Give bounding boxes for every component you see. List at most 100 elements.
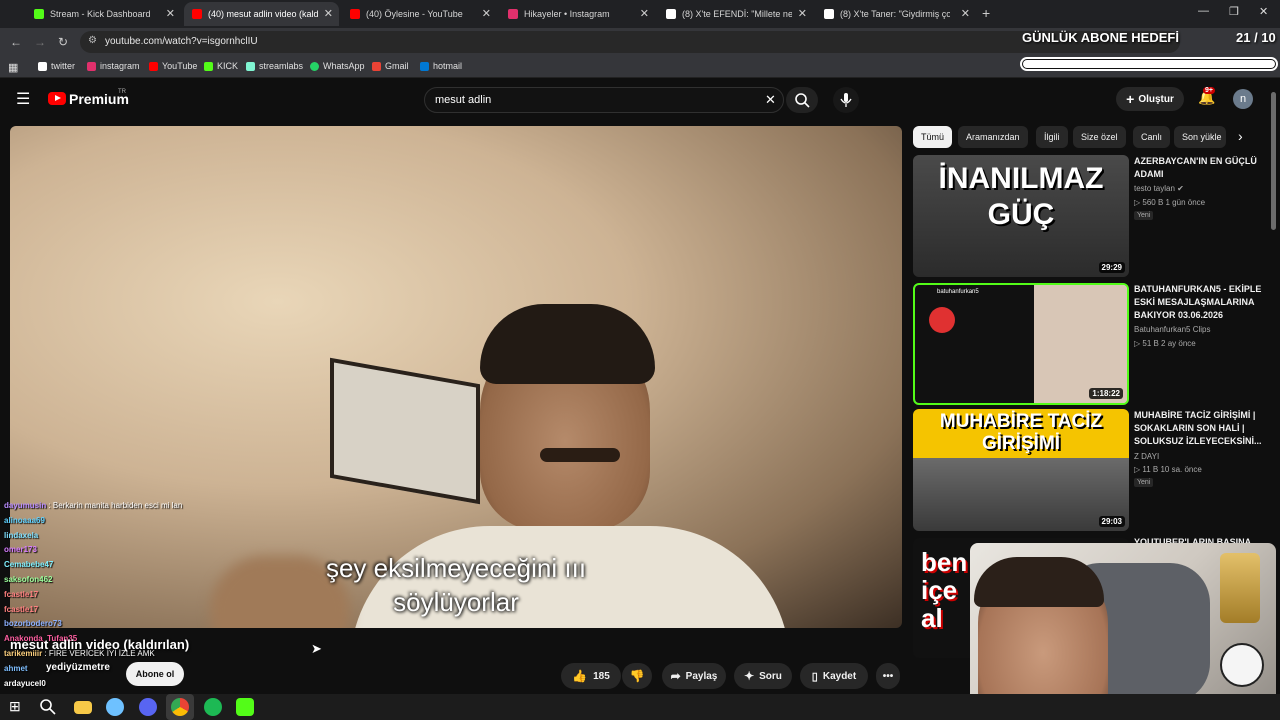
bookmark-kick[interactable]: KICK (204, 61, 238, 71)
search-box[interactable]: mesut adlin ✕ (424, 87, 784, 113)
person-hair (480, 304, 655, 384)
plus-icon: + (1126, 91, 1135, 107)
share-button[interactable]: ➦ Paylaş (662, 663, 726, 689)
site-info-icon[interactable]: ⚙ (88, 35, 97, 46)
whatsapp-icon (310, 61, 319, 71)
recommendation-title[interactable]: BATUHANFURKAN5 - EKİPLE ESKİ MESAJLAŞMAL… (1134, 283, 1264, 322)
bookmark-label: KICK (217, 61, 239, 71)
subtitle-line-2: söylüyorlar (393, 587, 519, 617)
bookmark-gmail[interactable]: Gmail (372, 61, 409, 71)
close-icon[interactable]: ✕ (166, 7, 175, 20)
spotify-icon[interactable] (204, 698, 222, 716)
recommendation-thumbnail[interactable]: MUHABİRE TACİZ GİRİŞİMİ 29:03 (913, 409, 1129, 531)
recommendation-meta: ▷ 51 B 2 ay önce (1134, 339, 1196, 348)
more-actions-button[interactable]: ••• (876, 663, 900, 689)
apps-grid-icon[interactable]: ▦ (8, 61, 18, 74)
voice-search-button[interactable] (833, 87, 859, 113)
save-button[interactable]: ▯ Kaydet (800, 663, 868, 689)
bookmark-youtube[interactable]: YouTube (149, 61, 197, 71)
bookmark-instagram[interactable]: instagram (87, 61, 140, 71)
thumbnail-image (915, 285, 1127, 403)
browser-tab-instagram[interactable]: Hikayeler • Instagram ✕ (500, 2, 655, 26)
wall-picture (330, 357, 480, 505)
chat-username: fcastle17 (4, 604, 39, 614)
omnibox[interactable]: ⚙ youtube.com/watch?v=isgornhclIU (80, 31, 1180, 53)
ask-button[interactable]: ✦ Soru (734, 663, 792, 689)
subscribe-label: Abone ol (135, 669, 175, 679)
bookmark-twitter[interactable]: twitter (38, 61, 75, 71)
chip-live[interactable]: Canlı (1133, 126, 1171, 148)
kick-icon (34, 9, 44, 19)
bookmark-icon: ▯ (811, 670, 818, 683)
close-icon[interactable]: ✕ (798, 7, 807, 20)
file-explorer-icon[interactable] (74, 701, 92, 714)
like-count: 185 (593, 670, 610, 682)
bookmark-hotmail[interactable]: hotmail (420, 61, 462, 71)
country-code: TR (118, 89, 126, 95)
kick-icon[interactable] (236, 698, 254, 716)
youtube-icon (149, 61, 158, 71)
new-tab-button[interactable]: + (982, 5, 990, 21)
tab-title: Stream - Kick Dashboard (50, 9, 151, 19)
chevron-right-icon[interactable]: › (1238, 128, 1243, 144)
bookmark-whatsapp[interactable]: WhatsApp (310, 61, 365, 71)
create-button[interactable]: + Oluştur (1116, 87, 1184, 111)
youtube-logo-icon[interactable] (48, 92, 66, 105)
search-input[interactable]: mesut adlin (435, 94, 491, 106)
url-text[interactable]: youtube.com/watch?v=isgornhclIU (105, 36, 258, 47)
subtitle-line-1: şey eksilmeyeceğini ııı (325, 553, 587, 583)
back-icon[interactable]: ← (10, 35, 22, 49)
menu-icon[interactable]: ☰ (16, 89, 30, 109)
subscribe-button[interactable]: Abone ol (126, 662, 184, 686)
video-player[interactable]: şey eksilmeyeceğini ııı söylüyorlar (10, 126, 902, 628)
browser-tab-youtube-video[interactable]: (40) mesut adlin video (kaldırıla ✕ (184, 2, 339, 26)
recommendation-channel[interactable]: Batuhanfurkan5 Clips (1134, 325, 1211, 334)
search-icon[interactable] (39, 698, 57, 716)
browser-tab-kick[interactable]: Stream - Kick Dashboard ✕ (26, 2, 181, 26)
chip-from-search[interactable]: Aramanızdan (958, 126, 1028, 148)
chip-related[interactable]: İlgili (1036, 126, 1068, 148)
app-icon[interactable] (106, 698, 124, 716)
close-icon[interactable]: ✕ (961, 7, 970, 20)
chip-all[interactable]: Tümü (913, 126, 953, 148)
clear-search-icon[interactable]: ✕ (765, 92, 776, 108)
recommendation-channel[interactable]: testo taylan ✔ (1134, 184, 1184, 193)
recommendation-title[interactable]: MUHABİRE TACİZ GİRİŞİMİ | SOKAKLARIN SON… (1134, 409, 1264, 448)
channel-label: testo taylan (1134, 184, 1175, 193)
search-button[interactable] (786, 87, 818, 113)
recommendation-channel[interactable]: Z DAYI (1134, 452, 1159, 461)
chip-recent[interactable]: Son yükle (1174, 126, 1226, 148)
maximize-icon[interactable]: ❐ (1229, 5, 1239, 18)
chip-for-you[interactable]: Size özel (1073, 126, 1126, 148)
share-label: Paylaş (685, 670, 718, 682)
close-icon[interactable]: ✕ (324, 7, 333, 20)
bookmark-label: YouTube (162, 61, 198, 71)
close-icon[interactable]: ✕ (482, 7, 491, 20)
youtube-icon (350, 9, 360, 19)
mouse-cursor-icon: ➤ (311, 641, 322, 656)
forward-icon[interactable]: → (34, 35, 46, 49)
dislike-button[interactable]: 👎 (622, 663, 652, 689)
close-window-icon[interactable]: ✕ (1259, 5, 1268, 18)
browser-tab-x-taner[interactable]: (8) X'te Taner: "Giydirmiş çocuğ ✕ (816, 2, 976, 26)
instagram-icon (508, 9, 518, 19)
minimize-icon[interactable]: — (1198, 5, 1209, 17)
windows-start-icon[interactable]: ⊞ (9, 698, 21, 715)
discord-icon[interactable] (139, 698, 157, 716)
recommendation-title[interactable]: AZERBAYCAN'IN EN GÜÇLÜ ADAMI (1134, 155, 1264, 181)
channel-name[interactable]: yediyüzmetre (46, 662, 110, 673)
chrome-icon[interactable] (171, 698, 189, 716)
like-button[interactable]: 👍 185 (561, 663, 621, 689)
tab-title: (8) X'te Taner: "Giydirmiş çocuğ (840, 9, 950, 19)
avatar[interactable]: n (1233, 89, 1253, 109)
ask-label: Soru (759, 670, 782, 682)
recommendation-thumbnail[interactable]: batuhanfurkan5 1:18:22 (913, 283, 1129, 405)
reload-icon[interactable]: ↻ (58, 35, 68, 49)
bookmark-streamlabs[interactable]: streamlabs (246, 61, 303, 71)
close-icon[interactable]: ✕ (640, 7, 649, 20)
browser-tab-youtube-oylesine[interactable]: (40) Öylesine - YouTube ✕ (342, 2, 497, 26)
sidebar-scrollbar[interactable] (1271, 92, 1276, 230)
chat-message: ardayucel0 (4, 679, 46, 688)
recommendation-thumbnail[interactable]: İNANILMAZ GÜÇ 29:29 (913, 155, 1129, 277)
browser-tab-x-efendi[interactable]: (8) X'te EFENDİ: "Millete neler y ✕ (658, 2, 813, 26)
